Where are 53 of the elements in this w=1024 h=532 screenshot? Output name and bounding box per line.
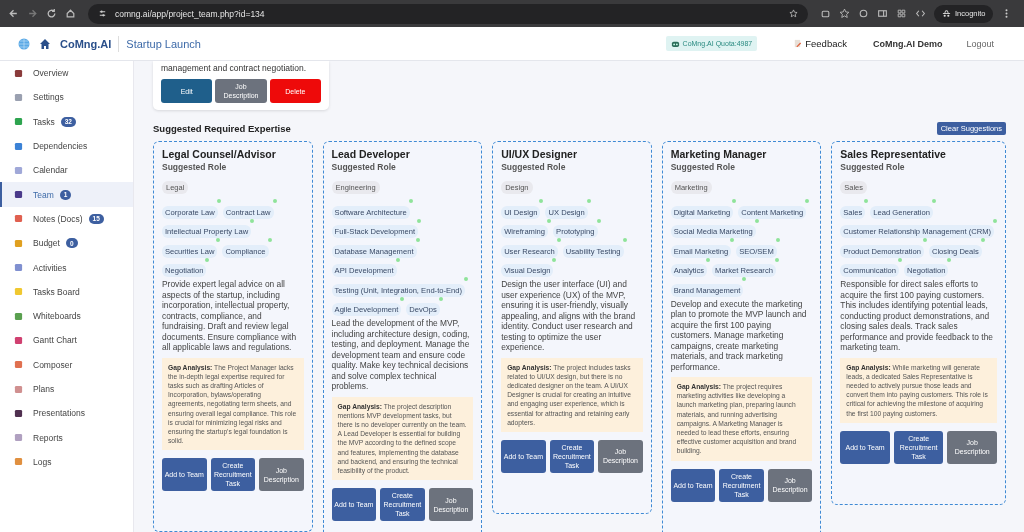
sidebar-label: Settings (33, 92, 64, 103)
sidebar-item[interactable]: Overview (0, 61, 133, 86)
role-subtitle: Suggested Role (840, 162, 906, 172)
sidebar-item[interactable]: Reports (0, 425, 133, 450)
address-bar[interactable]: comng.ai/app/project_team.php?id=134 (88, 3, 808, 24)
project-name: Startup Launch (126, 37, 201, 50)
role-title: Lead Developer (331, 148, 411, 160)
sidebar-label: Tasks Board (33, 286, 80, 297)
sidebar-item[interactable]: Settings (0, 85, 133, 110)
role-description: Develop and execute the marketing plan to promote the MVP launch and acquire the first 100 paying customers. Manage marketing campaigns, create marketing materials, and track marketing performance. (670, 298, 808, 372)
sidebar-item[interactable]: Gantt Chart (0, 328, 133, 353)
sidebar-label: Activities (33, 262, 67, 273)
sidebar-label: Budget (33, 238, 60, 249)
sidebar-label: Dependencies (33, 141, 88, 152)
sidebar-label: Notes (Docs) (33, 213, 83, 224)
logout-link[interactable]: Logout (966, 38, 994, 49)
sidebar-label: Overview (33, 68, 69, 79)
role-description: Provide expert legal advice on all aspects of the startup, including incorporation, intellectual property, contracts, compliance, and fundraising. Draft and review legal documents. Ensure compliance with all applicable laws and regulations. (162, 279, 298, 353)
sidebar-label: Plans (33, 384, 55, 394)
sidebar-label: Calendar (33, 165, 68, 176)
sidebar-label: Reports (33, 432, 63, 443)
brand-name[interactable]: CoMng.AI (60, 37, 112, 50)
sidebar-label: Logs (33, 456, 52, 467)
sidebar-label: Team (33, 189, 54, 200)
sidebar-label: Gantt Chart (33, 335, 77, 346)
sidebar-item[interactable]: Calendar (0, 158, 133, 183)
sidebar-label: Whiteboards (33, 311, 81, 322)
sidebar-item[interactable]: Plans (0, 376, 133, 402)
role-subtitle: Suggested Role (331, 162, 397, 172)
section-title: Suggested Required Expertise (153, 123, 291, 134)
role-title: Sales Representative (840, 148, 947, 160)
role-title: Legal Counsel/Advisor (162, 148, 277, 160)
role-title: Marketing Manager (670, 148, 768, 160)
user-name[interactable]: CoMng.AI Demo (872, 38, 943, 49)
sidebar-label: Tasks (33, 116, 55, 127)
role-description: Design the user interface (UI) and user experience (UX) of the MVP, ensuring it is user-friendly, visually appealing, and aligns with the brand identity. Conduct user research and testing to optimize the user experience. (501, 279, 637, 353)
role-title: UI/UX Designer (501, 148, 578, 160)
feedback-link[interactable]: Feedback (793, 38, 847, 49)
member-description: management and contract negotiation. (161, 63, 308, 74)
role-subtitle: Suggested Role (501, 162, 567, 172)
sidebar-item[interactable]: Dependencies (0, 133, 133, 159)
sidebar-item[interactable]: Tasks Board (0, 279, 133, 304)
sidebar-label: Composer (33, 359, 73, 370)
sidebar-item[interactable]: Logs (0, 449, 133, 475)
role-subtitle: Suggested Role (670, 162, 736, 172)
sidebar-label: Presentations (33, 408, 85, 419)
sidebar-item[interactable]: Activities (0, 255, 133, 280)
sidebar-item[interactable]: Presentations (0, 401, 133, 426)
sidebar-item[interactable]: Whiteboards (0, 303, 133, 329)
sidebar-item[interactable]: Composer (0, 352, 133, 377)
role-subtitle: Suggested Role (162, 162, 228, 172)
role-description: Responsible for direct sales efforts to acquire the first 100 paying customers. This includes identifying potential leads, conducting product demonstrations, and closing sales deals. Track sales performance and provide feedback to the marketing team. (840, 279, 994, 353)
role-description: Lead the development of the MVP, including architecture design, coding, testing, and deployment. Manage the development team and ensure code quality. Make key technical decisions and solve complex technical problems. (331, 318, 471, 392)
